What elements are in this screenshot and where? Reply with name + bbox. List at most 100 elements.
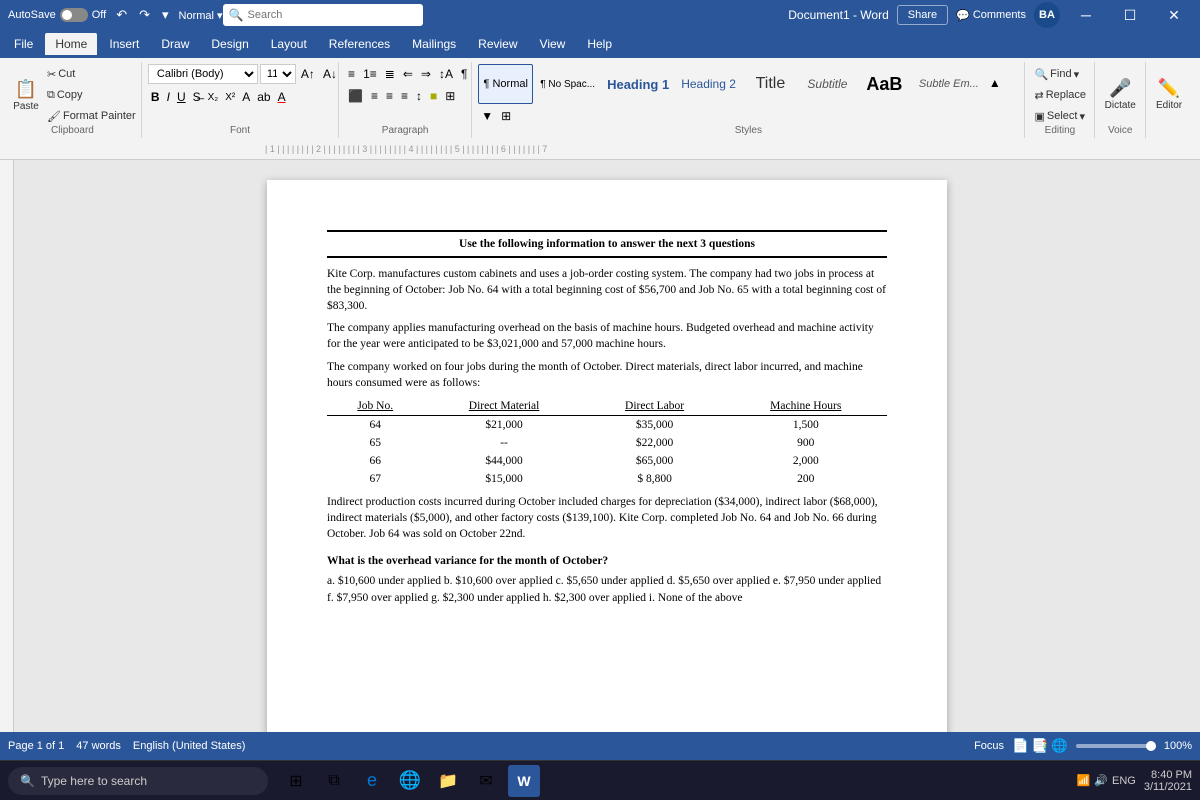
maximize-button[interactable]: ☐ [1112,0,1148,30]
copy-icon: ⧉ [47,89,55,102]
sort-button[interactable]: ↕A [436,64,456,84]
numbering-button[interactable]: 1≡ [360,64,380,84]
paste-button[interactable]: 📋 Paste [10,69,42,121]
para-row-2: ⬛ ≡ ≡ ≡ ↕ ■ ⊞ [345,86,458,106]
cut-button[interactable]: ✂ Cut [44,64,139,84]
italic-button[interactable]: I [164,87,173,107]
redo-button[interactable]: ↷ [135,5,154,25]
font-name-dropdown[interactable]: Calibri (Body) [148,64,258,84]
shrink-font-button[interactable]: A↓ [320,64,340,84]
tab-design[interactable]: Design [201,33,258,55]
justify-button[interactable]: ≡ [398,86,411,106]
date: 3/11/2021 [1144,781,1192,793]
superscript-button[interactable]: X² [222,87,238,107]
title-bar-center: 🔍 [223,4,789,26]
increase-indent-button[interactable]: ⇒ [418,64,434,84]
style-aab[interactable]: AaB [857,64,912,104]
tab-help[interactable]: Help [577,33,622,55]
taskbar-edge-button[interactable]: e [356,765,388,797]
line-spacing-button[interactable]: ↕ [413,86,425,106]
normal-style-indicator: Normal ▾ [179,9,223,22]
editor-button[interactable]: ✏️ Editor [1152,68,1186,120]
horizontal-ruler: | 1 | | | | | | | | 2 | | | | | | | | 3 … [0,138,1200,160]
comments-button[interactable]: 💬 Comments [956,9,1026,22]
styles-scroll-up[interactable]: ▲ [986,73,1004,93]
taskbar-windows-button[interactable]: ⊞ [280,765,312,797]
taskbar-search-box[interactable]: 🔍 Type here to search [8,767,268,795]
taskbar-word-button[interactable]: W [508,765,540,797]
language-indicator[interactable]: English (United States) [133,740,246,752]
share-button[interactable]: Share [897,5,948,25]
font-name-row: Calibri (Body) 11 A↑ A↓ [148,64,340,84]
highlight-button[interactable]: ab [254,87,273,107]
align-left-button[interactable]: ⬛ [345,86,366,106]
font-size-dropdown[interactable]: 11 [260,64,296,84]
taskbar-task-view-button[interactable]: ⧉ [318,765,350,797]
zoom-slider[interactable] [1076,744,1156,748]
bullets-button[interactable]: ≡ [345,64,358,84]
grow-font-button[interactable]: A↑ [298,64,318,84]
web-layout-button[interactable]: 🌐 [1051,738,1068,754]
zoom-level: 100% [1164,740,1192,752]
user-avatar[interactable]: BA [1034,2,1060,28]
document-area[interactable]: Use the following information to answer … [14,160,1200,732]
align-right-button[interactable]: ≡ [383,86,396,106]
focus-button[interactable]: Focus [974,740,1004,752]
show-paragraph-button[interactable]: ¶ [458,64,470,84]
title-search-box[interactable]: 🔍 [223,4,423,26]
paragraph-group-label: Paragraph [339,125,471,136]
tab-references[interactable]: References [319,33,400,55]
tab-view[interactable]: View [530,33,576,55]
replace-button[interactable]: ⇄ Replace [1031,85,1089,105]
font-color-button[interactable]: A [275,87,289,107]
autosave-toggle[interactable] [60,8,88,22]
style-subtitle[interactable]: Subtitle [800,64,855,104]
taskbar: 🔍 Type here to search ⊞ ⧉ e 🌐 📁 ✉ W 📶 🔊 … [0,760,1200,800]
style-title[interactable]: Title [743,64,798,104]
qat-more-button[interactable]: ▾ [158,5,173,25]
taskbar-chrome-button[interactable]: 🌐 [394,765,426,797]
tab-home[interactable]: Home [45,33,97,55]
main-question: What is the overhead variance for the mo… [327,555,608,567]
text-color-button[interactable]: A [239,87,253,107]
copy-button[interactable]: ⧉ Copy [44,85,139,105]
question-header-text: Use the following information to answer … [459,238,755,250]
close-button[interactable]: ✕ [1156,0,1192,30]
print-layout-button[interactable]: 📑 [1032,738,1049,754]
dictate-button[interactable]: 🎤 Dictate [1101,68,1139,120]
style-subtle-em[interactable]: Subtle Em... [914,64,984,104]
ribbon-content: 📋 Paste ✂ Cut ⧉ Copy 🖌 Format Painter Cl… [0,58,1200,138]
read-mode-button[interactable]: 📄 [1012,738,1029,754]
style-no-spacing[interactable]: ¶ No Spac... [535,64,600,104]
align-center-button[interactable]: ≡ [368,86,381,106]
search-input[interactable] [248,9,408,21]
style-heading1[interactable]: Heading 1 [602,64,674,104]
taskbar-mail-button[interactable]: ✉ [470,765,502,797]
undo-button[interactable]: ↶ [112,5,131,25]
shading-button[interactable]: ■ [427,86,440,106]
time-date[interactable]: 8:40 PM 3/11/2021 [1144,769,1192,793]
styles-scroll-down[interactable]: ▼ [478,106,496,126]
tab-review[interactable]: Review [468,33,527,55]
decrease-indent-button[interactable]: ⇐ [400,64,416,84]
style-normal[interactable]: ¶ Normal [478,64,533,104]
style-heading2[interactable]: Heading 2 [676,64,741,104]
taskbar-folder-button[interactable]: 📁 [432,765,464,797]
select-button[interactable]: ▣ Select ▾ [1031,106,1088,126]
format-painter-button[interactable]: 🖌 Format Painter [44,106,139,126]
tab-layout[interactable]: Layout [261,33,317,55]
underline-button[interactable]: U [174,87,189,107]
find-button[interactable]: 🔍 Find ▾ [1031,64,1082,84]
subscript-button[interactable]: X₂ [205,87,222,107]
multilevel-button[interactable]: ≣ [382,64,398,84]
minimize-button[interactable]: ─ [1068,0,1104,30]
styles-expand[interactable]: ⊞ [498,106,514,126]
tab-file[interactable]: File [4,33,43,55]
answer-text: a. $10,600 under applied b. $10,600 over… [327,573,887,608]
tab-mailings[interactable]: Mailings [402,33,466,55]
tab-insert[interactable]: Insert [99,33,149,55]
borders-button[interactable]: ⊞ [442,86,458,106]
strikethrough-button[interactable]: S̶ [190,87,204,107]
tab-draw[interactable]: Draw [151,33,199,55]
bold-button[interactable]: B [148,87,163,107]
